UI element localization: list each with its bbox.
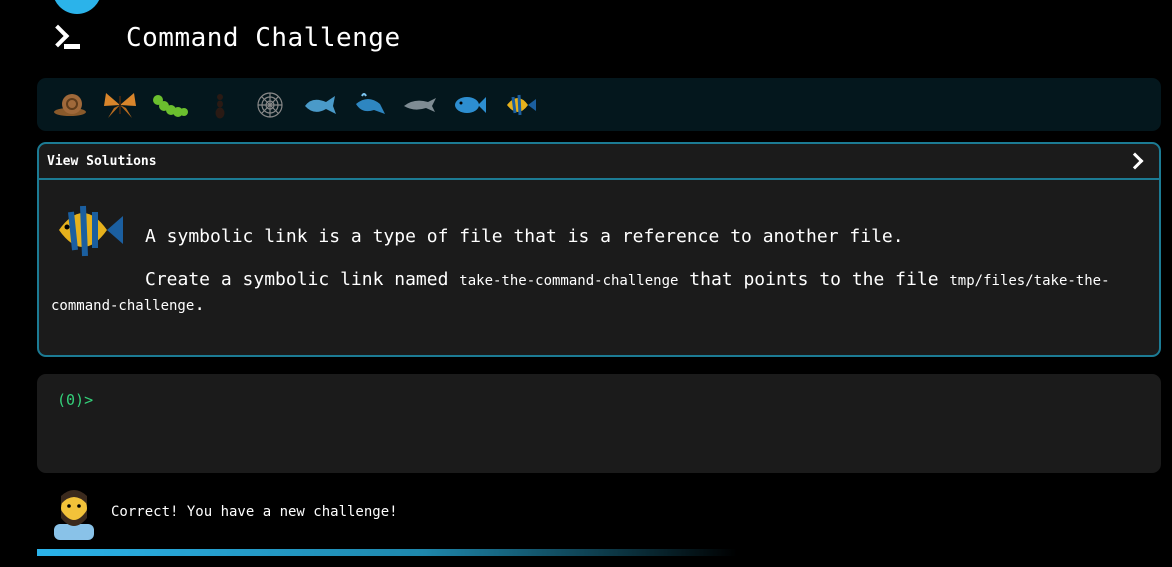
- challenge-progress-bar: [37, 78, 1161, 131]
- page-title: Command Challenge: [126, 23, 401, 53]
- tropical-fish-icon[interactable]: [495, 78, 545, 131]
- view-solutions-toggle[interactable]: View Solutions: [39, 144, 1159, 180]
- feedback-message: Correct! You have a new challenge!: [111, 504, 398, 520]
- feedback-row: Correct! You have a new challenge!: [52, 484, 398, 540]
- link-name-code: take-the-command-challenge: [459, 273, 679, 289]
- terminal-prompt: (0)>: [57, 391, 94, 409]
- challenge-panel: View Solutions A symbolic link is a type…: [37, 142, 1161, 357]
- header: Command Challenge: [46, 18, 401, 58]
- terminal-input[interactable]: (0)>: [37, 374, 1161, 473]
- challenge-task: Create a symbolic link named take-the-co…: [51, 269, 1110, 315]
- progress-bar: [37, 549, 737, 556]
- spouting-whale-icon[interactable]: [345, 78, 395, 131]
- top-decoration: [52, 0, 102, 14]
- ant-icon[interactable]: [195, 78, 245, 131]
- fish-icon[interactable]: [445, 78, 495, 131]
- whale-icon[interactable]: [295, 78, 345, 131]
- avatar: [54, 490, 94, 540]
- terminal-logo-icon: [46, 18, 86, 58]
- tropical-fish-icon: [59, 205, 123, 257]
- view-solutions-label: View Solutions: [47, 153, 157, 169]
- dolphin-icon[interactable]: [395, 78, 445, 131]
- challenge-description: A symbolic link is a type of file that i…: [145, 226, 904, 247]
- chevron-right-icon[interactable]: [1126, 152, 1144, 170]
- snail-icon[interactable]: [45, 78, 95, 131]
- butterfly-icon[interactable]: [95, 78, 145, 131]
- spider-web-icon[interactable]: [245, 78, 295, 131]
- caterpillar-icon[interactable]: [145, 78, 195, 131]
